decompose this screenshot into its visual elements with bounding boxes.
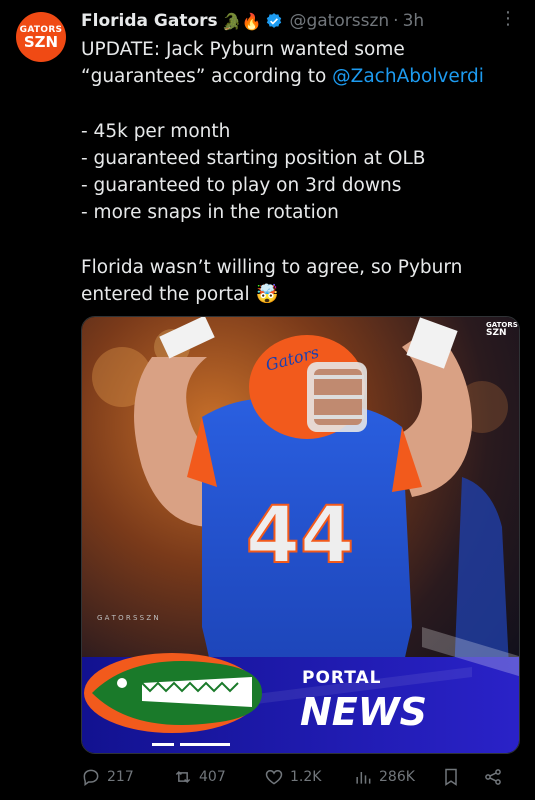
list-item: - more snaps in the rotation (81, 202, 339, 224)
like-count: 1.2K (290, 769, 322, 785)
mention-link[interactable]: @ZachAbolverdi (332, 66, 484, 87)
watermark-text: G A T O R S S Z N (97, 614, 159, 622)
banner-line-1: PORTAL (302, 668, 382, 688)
list-item: - guaranteed starting position at OLB (81, 147, 426, 169)
reply-count: 217 (107, 769, 134, 785)
like-button[interactable]: 1.2K (264, 764, 321, 790)
verified-badge-icon (267, 13, 282, 28)
list-item: - guaranteed to play on 3rd downs (81, 175, 402, 197)
action-bar: 217 407 1.2K 286K (81, 764, 521, 790)
post-image[interactable]: Gators 44 G A T O R S S Z N GATORS SZN P… (81, 316, 520, 754)
more-options-icon[interactable]: ⋮ (499, 10, 517, 28)
text-line: entered the portal 🤯 (81, 281, 521, 308)
bookmark-icon (445, 768, 457, 786)
repost-icon (175, 770, 191, 784)
post-text: UPDATE: Jack Pyburn wanted some “guarant… (81, 36, 521, 308)
handle[interactable]: @gatorsszn (289, 11, 389, 31)
text-line: Florida wasn’t willing to agree, so Pybu… (81, 256, 463, 278)
text-fragment: entered the portal (81, 284, 250, 306)
display-name[interactable]: Florida Gators (81, 11, 218, 31)
text-line: “guarantees” according to @ZachAbolverdi (81, 63, 521, 90)
share-button[interactable] (483, 764, 503, 790)
separator: · (393, 11, 399, 31)
avatar[interactable]: GATORS SZN (16, 12, 66, 62)
views-button[interactable]: 286K (353, 764, 415, 790)
banner-line-2: NEWS (300, 690, 427, 734)
bookmark-button[interactable] (441, 764, 461, 790)
views-chart-icon (356, 772, 371, 784)
post-time[interactable]: 3h (403, 11, 425, 31)
avatar-text-bottom: SZN (23, 33, 59, 51)
corner-logo-bottom: SZN (486, 328, 507, 338)
reply-icon (83, 769, 99, 786)
exploding-head-emoji: 🤯 (255, 284, 279, 306)
repost-count: 407 (199, 769, 226, 785)
list-item: - 45k per month (81, 120, 231, 142)
jersey-number: 44 (246, 491, 355, 581)
repost-button[interactable]: 407 (173, 764, 226, 790)
text-fragment: “guarantees” according to (81, 66, 333, 88)
post-image-graphic: Gators 44 G A T O R S S Z N GATORS SZN P… (82, 317, 519, 753)
name-emojis: 🐊🔥 (221, 11, 262, 31)
text-line: UPDATE: Jack Pyburn wanted some (81, 39, 405, 60)
heart-icon (265, 769, 283, 785)
views-count: 286K (379, 769, 415, 785)
share-icon (485, 769, 501, 785)
reply-button[interactable]: 217 (81, 764, 134, 790)
post-header: Florida Gators 🐊🔥 @gatorsszn · 3h (81, 9, 519, 33)
